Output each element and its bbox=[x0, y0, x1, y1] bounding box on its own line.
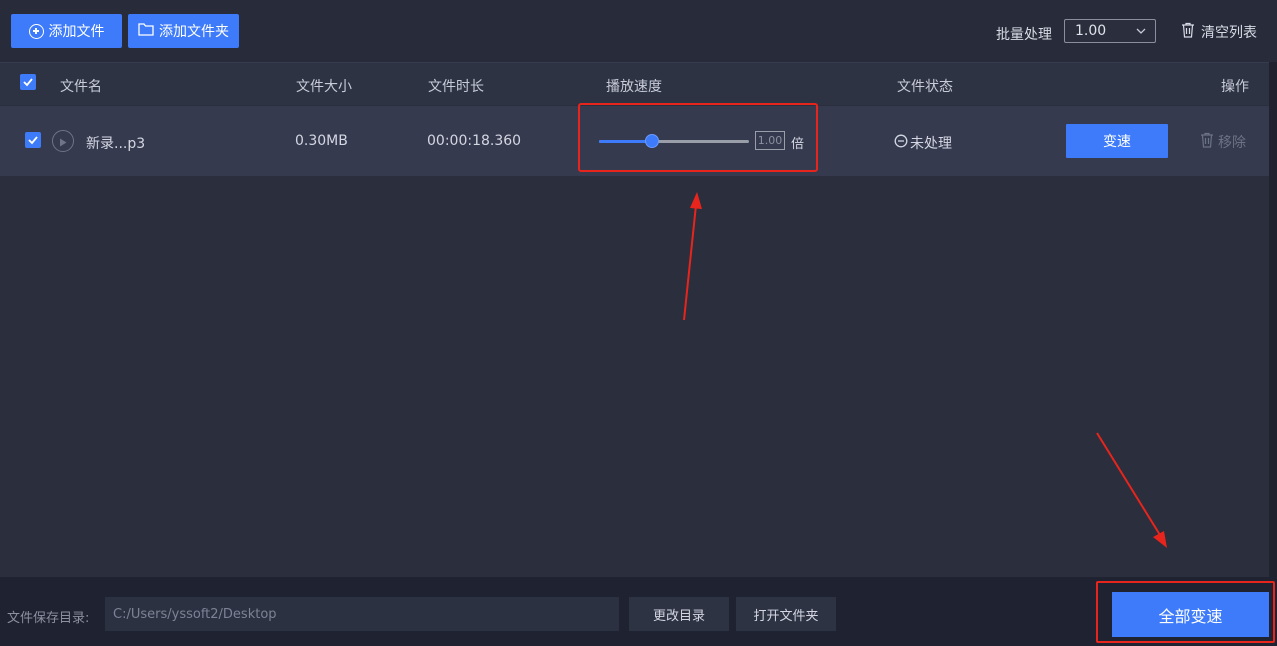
save-dir-label: 文件保存目录: bbox=[7, 611, 90, 626]
status-label: 未处理 bbox=[910, 136, 952, 152]
header-filename: 文件名 bbox=[60, 79, 102, 95]
row-filesize: 0.30MB bbox=[295, 133, 348, 149]
footer: 文件保存目录: C:/Users/yssoft2/Desktop 更改目录 打开… bbox=[0, 577, 1277, 646]
status-badge: 未处理 bbox=[894, 133, 952, 153]
batch-speed-value: 1.00 bbox=[1075, 23, 1107, 39]
header-filesize: 文件大小 bbox=[296, 79, 352, 95]
remove-button[interactable]: 移除 bbox=[1200, 132, 1246, 152]
clear-list-button[interactable]: 清空列表 bbox=[1181, 22, 1257, 42]
row-duration: 00:00:18.360 bbox=[427, 133, 522, 149]
annotation-arrow-down bbox=[1096, 432, 1167, 548]
clear-list-label: 清空列表 bbox=[1201, 25, 1257, 41]
annotation-arrow-up bbox=[683, 192, 702, 321]
app-window: 添加文件 添加文件夹 批量处理 1.00 清空列表 文件名 文件大小 文件时长 … bbox=[0, 0, 1277, 646]
save-dir-path-field[interactable]: C:/Users/yssoft2/Desktop bbox=[105, 597, 619, 631]
toolbar: 添加文件 添加文件夹 批量处理 1.00 清空列表 bbox=[0, 0, 1277, 62]
annotation-highlight-speed bbox=[578, 103, 818, 172]
trash-icon bbox=[1200, 132, 1214, 152]
remove-label: 移除 bbox=[1218, 135, 1246, 151]
play-button[interactable] bbox=[52, 130, 74, 152]
minus-circle-icon bbox=[894, 134, 908, 152]
header-status: 文件状态 bbox=[897, 79, 953, 95]
change-dir-button[interactable]: 更改目录 bbox=[629, 597, 729, 631]
add-file-label: 添加文件 bbox=[48, 24, 105, 40]
save-dir-path: C:/Users/yssoft2/Desktop bbox=[113, 606, 277, 622]
row-checkbox[interactable] bbox=[25, 132, 41, 148]
play-icon bbox=[59, 132, 67, 151]
header-speed: 播放速度 bbox=[606, 79, 662, 95]
add-file-button[interactable]: 添加文件 bbox=[11, 14, 122, 48]
trash-icon bbox=[1181, 22, 1195, 42]
speed-change-button[interactable]: 变速 bbox=[1066, 124, 1168, 158]
change-dir-label: 更改目录 bbox=[652, 608, 705, 624]
add-folder-label: 添加文件夹 bbox=[159, 24, 229, 40]
header-duration: 文件时长 bbox=[428, 79, 484, 95]
plus-circle-icon bbox=[28, 23, 44, 39]
all-speed-button[interactable]: 全部变速 bbox=[1112, 592, 1269, 637]
all-speed-label: 全部变速 bbox=[1158, 606, 1223, 626]
open-folder-button[interactable]: 打开文件夹 bbox=[736, 597, 836, 631]
row-filename: 新录...p3 bbox=[86, 136, 146, 152]
chevron-down-icon bbox=[1135, 25, 1147, 41]
folder-icon bbox=[138, 22, 154, 40]
header-action: 操作 bbox=[1221, 79, 1249, 95]
select-all-checkbox[interactable] bbox=[20, 74, 36, 90]
scrollbar[interactable] bbox=[1269, 62, 1277, 577]
table-header: 文件名 文件大小 文件时长 播放速度 文件状态 操作 bbox=[0, 62, 1269, 105]
speed-change-label: 变速 bbox=[1103, 134, 1131, 150]
batch-process-label: 批量处理 bbox=[996, 27, 1052, 43]
open-folder-label: 打开文件夹 bbox=[753, 608, 819, 624]
batch-speed-select[interactable]: 1.00 bbox=[1064, 19, 1156, 43]
add-folder-button[interactable]: 添加文件夹 bbox=[128, 14, 239, 48]
